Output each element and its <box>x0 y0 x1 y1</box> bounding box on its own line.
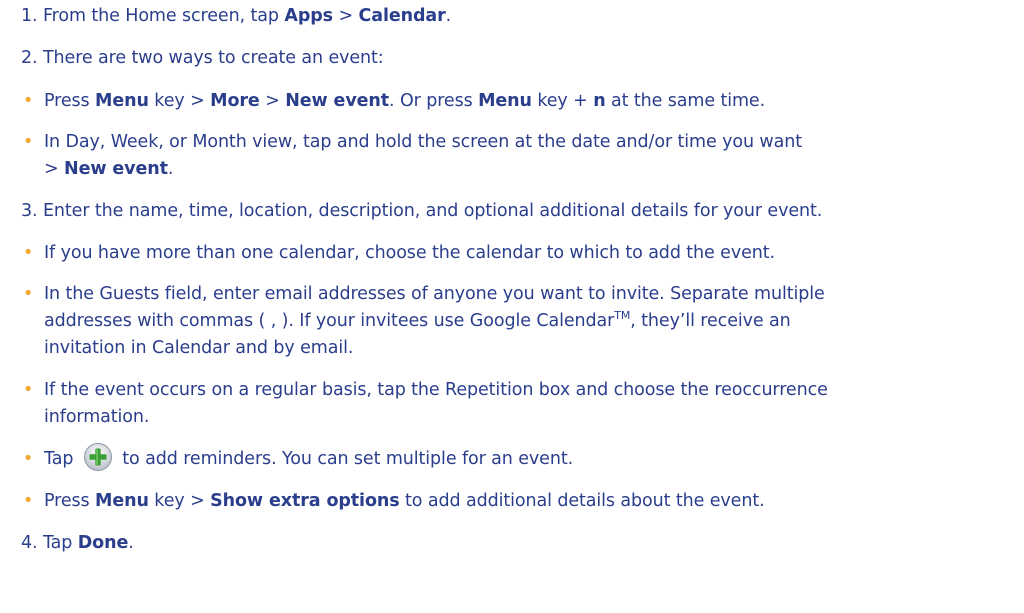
text: to add reminders. You can set multiple f… <box>122 449 574 469</box>
done-label: Done <box>77 533 129 553</box>
text: key > <box>148 491 211 511</box>
show-extra-options-label: Show extra options <box>210 491 400 511</box>
trademark-mark: TM <box>614 309 631 323</box>
bullet-add-reminders: Tap to add reminders. You can set multip… <box>44 443 574 472</box>
bullet-marker: • <box>23 132 34 152</box>
apps-label: Apps <box>284 6 333 26</box>
text: key > <box>148 91 211 111</box>
step-4: 4. Tap Done. <box>21 530 134 556</box>
text: > <box>44 159 65 179</box>
text: > <box>259 91 286 111</box>
step-2: 2. There are two ways to create an event… <box>21 45 384 71</box>
bullet-marker: • <box>23 284 34 304</box>
bullet-day-view-line-1: In Day, Week, or Month view, tap and hol… <box>44 129 802 155</box>
text: In Day, Week, or Month view, tap and hol… <box>44 132 803 152</box>
more-label: More <box>210 91 260 111</box>
bullet-extra-options: Press Menu key > Show extra options to a… <box>44 488 765 514</box>
bullet-guests-line-3: invitation in Calendar and by email. <box>44 335 353 361</box>
bullet-choose-calendar: If you have more than one calendar, choo… <box>44 240 775 266</box>
step-1: 1. From the Home screen, tap Apps > Cale… <box>21 3 451 29</box>
text: . <box>167 159 174 179</box>
text: , they’ll receive an <box>630 311 791 331</box>
text: If the event occurs on a regular basis, … <box>44 380 828 400</box>
bullet-repetition-line-2: information. <box>44 404 149 430</box>
text: In the Guests field, enter email address… <box>44 284 825 304</box>
text: at the same time. <box>605 91 766 111</box>
step-3: 3. Enter the name, time, location, descr… <box>21 198 822 224</box>
separator: > <box>333 6 359 26</box>
text: to add additional details about the even… <box>399 491 765 511</box>
bullet-menu-more: Press Menu key > More > New event. Or pr… <box>44 88 765 114</box>
document-page: 1. From the Home screen, tap Apps > Cale… <box>0 0 1024 613</box>
text: Press <box>44 491 96 511</box>
new-event-label: New event <box>285 91 390 111</box>
bullet-marker: • <box>23 380 34 400</box>
text: addresses with commas ( , ). If your inv… <box>44 311 615 331</box>
bullet-marker: • <box>23 491 34 511</box>
bullet-marker: • <box>23 91 34 111</box>
menu-label: Menu <box>95 91 149 111</box>
menu-label: Menu <box>95 491 149 511</box>
step-2-text: 2. There are two ways to create an event… <box>21 48 384 68</box>
period: . <box>445 6 452 26</box>
add-plus-icon-svg <box>83 443 112 471</box>
text: Press <box>44 91 96 111</box>
bullet-marker: • <box>23 449 34 469</box>
text: information. <box>44 407 150 427</box>
text: . Or press <box>389 91 479 111</box>
text: key + <box>531 91 594 111</box>
text: If you have more than one calendar, choo… <box>44 243 775 263</box>
period: . <box>128 533 134 553</box>
menu-label: Menu <box>478 91 532 111</box>
calendar-label: Calendar <box>358 6 446 26</box>
bullet-guests-line-1: In the Guests field, enter email address… <box>44 281 825 307</box>
bullet-repetition-line-1: If the event occurs on a regular basis, … <box>44 377 828 403</box>
add-plus-icon <box>83 442 113 472</box>
step-1-text: 1. From the Home screen, tap <box>21 6 285 26</box>
new-event-label: New event <box>64 159 168 179</box>
text: invitation in Calendar and by email. <box>44 338 354 358</box>
text: Tap <box>44 449 74 469</box>
text: 4. Tap <box>21 533 78 553</box>
bullet-guests-line-2: addresses with commas ( , ). If your inv… <box>44 308 791 334</box>
n-key-label: n <box>593 91 606 111</box>
step-3-text: 3. Enter the name, time, location, descr… <box>21 201 823 221</box>
bullet-day-view-line-2: > New event. <box>44 156 173 182</box>
bullet-marker: • <box>23 243 34 263</box>
